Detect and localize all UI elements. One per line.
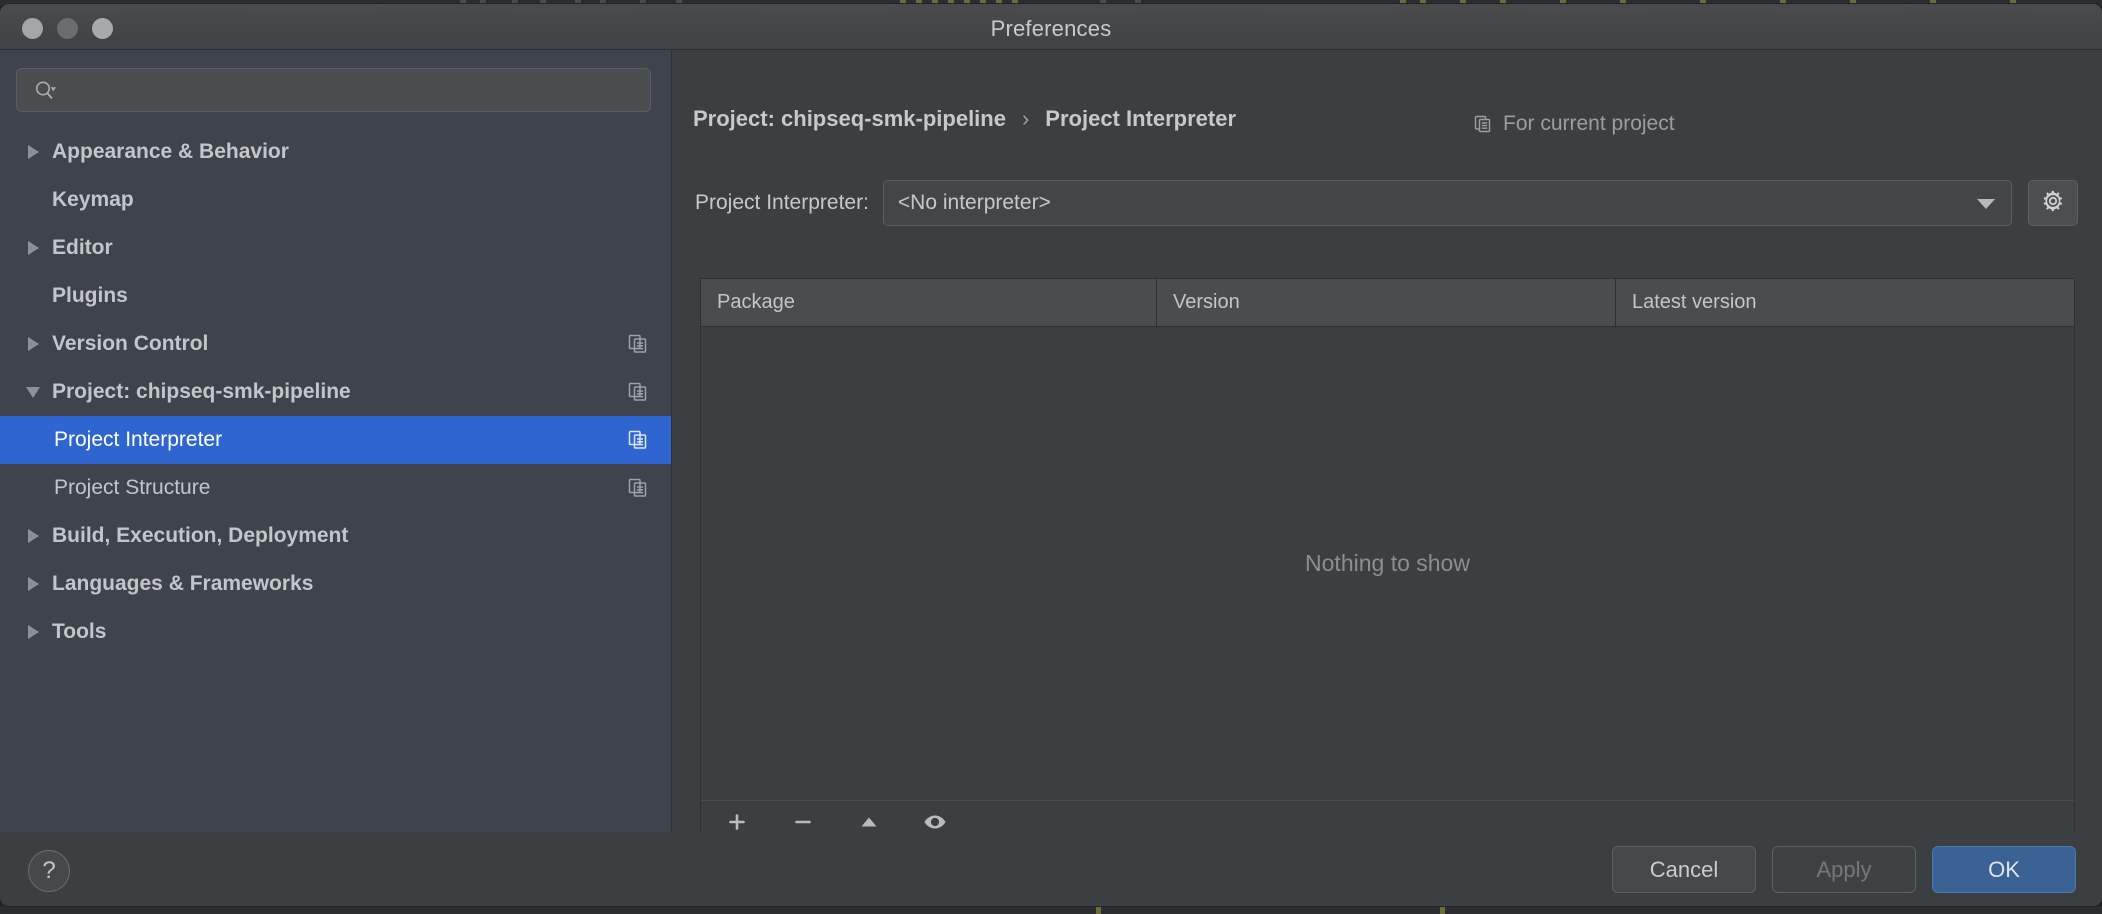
copy-icon: [1473, 114, 1493, 134]
interpreter-settings-button[interactable]: [2028, 180, 2078, 226]
chevron-down-icon: [1977, 199, 1995, 209]
ok-button[interactable]: OK: [1932, 846, 2076, 893]
chevron-right-icon[interactable]: [22, 573, 44, 595]
chevron-right-icon[interactable]: [22, 333, 44, 355]
background-window-bottom-strip: [0, 906, 2102, 914]
interpreter-label: Project Interpreter:: [695, 191, 869, 214]
gear-icon: [2040, 188, 2066, 219]
dialog-buttons: Cancel Apply OK: [1612, 846, 2076, 893]
sidebar-item-label: Project Structure: [54, 476, 211, 499]
sidebar-item-label: Appearance & Behavior: [52, 140, 289, 163]
breadcrumb-separator: ›: [1021, 106, 1030, 131]
sidebar-item-project-structure[interactable]: Project Structure: [0, 464, 671, 512]
sidebar-item-plugins[interactable]: Plugins: [0, 272, 671, 320]
chevron-down-icon[interactable]: [22, 381, 44, 403]
sidebar-item-appearance-behavior[interactable]: Appearance & Behavior: [0, 128, 671, 176]
sidebar-item-label: Project: chipseq-smk-pipeline: [52, 380, 351, 403]
chevron-right-icon[interactable]: [22, 237, 44, 259]
packages-table-body: Nothing to show: [701, 327, 2074, 800]
window-title-bar: Preferences: [0, 4, 2102, 50]
cancel-button[interactable]: Cancel: [1612, 846, 1756, 893]
breadcrumb: Project: chipseq-smk-pipeline › Project …: [693, 106, 1236, 132]
sidebar-item-label: Build, Execution, Deployment: [52, 524, 349, 547]
window-body: Appearance & Behavior Keymap Editor Plugins…: [0, 50, 2102, 906]
chevron-right-icon[interactable]: [22, 141, 44, 163]
chevron-right-icon[interactable]: [22, 621, 44, 643]
interpreter-row: Project Interpreter: <No interpreter>: [695, 180, 2078, 226]
copy-icon[interactable]: [627, 333, 649, 355]
window-title: Preferences: [990, 16, 1112, 41]
search-box[interactable]: [16, 68, 651, 112]
sidebar-item-project-interpreter[interactable]: Project Interpreter: [0, 416, 671, 464]
sidebar-item-version-control[interactable]: Version Control: [0, 320, 671, 368]
column-header[interactable]: Package: [701, 279, 1157, 326]
sidebar-item-editor[interactable]: Editor: [0, 224, 671, 272]
breadcrumb-leaf: Project Interpreter: [1045, 106, 1237, 131]
breadcrumb-root[interactable]: Project: chipseq-smk-pipeline: [693, 106, 1006, 132]
scope-hint-label: For current project: [1503, 112, 1675, 135]
settings-tree: Appearance & Behavior Keymap Editor Plugins…: [0, 128, 671, 656]
sidebar-item-label: Keymap: [52, 188, 134, 211]
main-panel: Project: chipseq-smk-pipeline › Project …: [673, 50, 2102, 849]
dialog-footer: ? Cancel Apply OK: [0, 832, 2102, 906]
copy-icon[interactable]: [627, 381, 649, 403]
search-icon: [33, 79, 57, 103]
sidebar-item-label: Tools: [52, 620, 107, 643]
sidebar-item-label: Plugins: [52, 284, 128, 307]
sidebar-item-label: Project Interpreter: [54, 428, 223, 451]
copy-icon[interactable]: [627, 429, 649, 451]
sidebar-item-build-execution-deployment[interactable]: Build, Execution, Deployment: [0, 512, 671, 560]
scope-hint: For current project: [1473, 112, 1675, 136]
preferences-window: Preferences Appearance & Behavior Keymap…: [0, 4, 2102, 906]
question-mark-icon: ?: [42, 857, 56, 884]
empty-message: Nothing to show: [1305, 550, 1470, 576]
column-header[interactable]: Version: [1157, 279, 1616, 326]
sidebar-item-label: Version Control: [52, 332, 209, 355]
help-button[interactable]: ?: [28, 850, 70, 892]
sidebar-item-label: Editor: [52, 236, 113, 259]
packages-table: Package Version Latest version Nothing to …: [700, 278, 2075, 849]
settings-sidebar: Appearance & Behavior Keymap Editor Plugins…: [0, 50, 672, 832]
copy-icon[interactable]: [627, 477, 649, 499]
sidebar-item-label: Languages & Frameworks: [52, 572, 314, 595]
sidebar-item-project-chipseq-smk-pipeline[interactable]: Project: chipseq-smk-pipeline: [0, 368, 671, 416]
sidebar-item-languages-frameworks[interactable]: Languages & Frameworks: [0, 560, 671, 608]
screen: Preferences Appearance & Behavior Keymap…: [0, 0, 2102, 914]
search-area: [0, 50, 671, 112]
interpreter-select[interactable]: <No interpreter>: [882, 180, 2012, 226]
search-input[interactable]: [73, 69, 640, 111]
chevron-right-icon[interactable]: [22, 525, 44, 547]
packages-table-header: Package Version Latest version: [701, 279, 2074, 327]
column-header[interactable]: Latest version: [1616, 279, 2074, 326]
apply-button[interactable]: Apply: [1772, 846, 1916, 893]
interpreter-value: <No interpreter>: [897, 191, 1051, 214]
sidebar-item-keymap[interactable]: Keymap: [0, 176, 671, 224]
sidebar-item-tools[interactable]: Tools: [0, 608, 671, 656]
